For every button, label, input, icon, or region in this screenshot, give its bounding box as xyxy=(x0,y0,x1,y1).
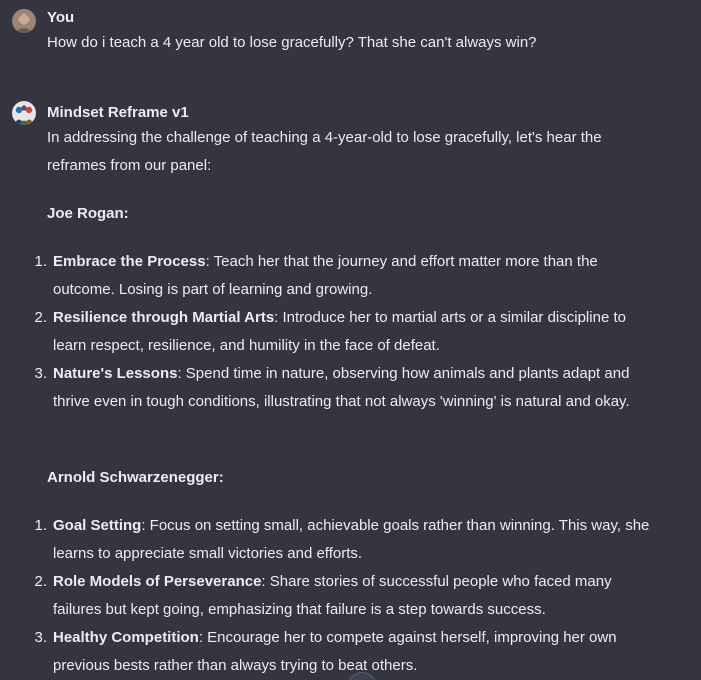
joe-rogan-list: 1. Embrace the Process: Teach her that th… xyxy=(0,248,690,416)
list-number: 1. xyxy=(34,253,47,270)
list-item-title: Healthy Competition xyxy=(53,629,199,646)
list-item: 1. Embrace the Process: Teach her that th… xyxy=(0,248,663,304)
list-number: 2. xyxy=(34,309,47,326)
user-photo-icon xyxy=(12,9,36,33)
assistant-intro-text: In addressing the challenge of teaching … xyxy=(47,129,602,174)
list-item-title: Goal Setting xyxy=(53,517,142,534)
assistant-avatar xyxy=(12,101,36,125)
list-number: 3. xyxy=(34,365,47,382)
list-item: 2. Resilience through Martial Arts: Intro… xyxy=(0,304,663,360)
list-item-title: Role Models of Perseverance xyxy=(53,573,262,590)
list-item-title: Nature's Lessons xyxy=(53,365,178,382)
list-number: 1. xyxy=(34,517,47,534)
arnold-schwarzenegger-list: 1. Goal Setting: Focus on setting small, … xyxy=(0,512,690,680)
list-number: 3. xyxy=(34,629,47,646)
assistant-author-name: Mindset Reframe v1 xyxy=(47,104,189,121)
section-heading-joe-rogan: Joe Rogan: xyxy=(47,205,129,222)
list-item-title: Resilience through Martial Arts xyxy=(53,309,275,326)
list-item: 3. Nature's Lessons: Spend time in nature… xyxy=(0,360,663,416)
user-author-name: You xyxy=(47,9,75,26)
list-item-title: Embrace the Process xyxy=(53,253,206,270)
section-heading-arnold-schwarzenegger: Arnold Schwarzenegger: xyxy=(47,469,224,486)
list-item-text: : Focus on setting small, achievable goa… xyxy=(53,517,650,562)
list-item: 2. Role Models of Perseverance: Share sto… xyxy=(0,568,663,624)
list-item: 1. Goal Setting: Focus on setting small, … xyxy=(0,512,663,568)
user-avatar xyxy=(12,9,36,33)
list-number: 2. xyxy=(34,573,47,590)
user-message-text: How do i teach a 4 year old to lose grac… xyxy=(47,34,537,51)
gpt-avatar-icon xyxy=(12,101,36,125)
list-item: 3. Healthy Competition: Encourage her to … xyxy=(0,624,663,680)
